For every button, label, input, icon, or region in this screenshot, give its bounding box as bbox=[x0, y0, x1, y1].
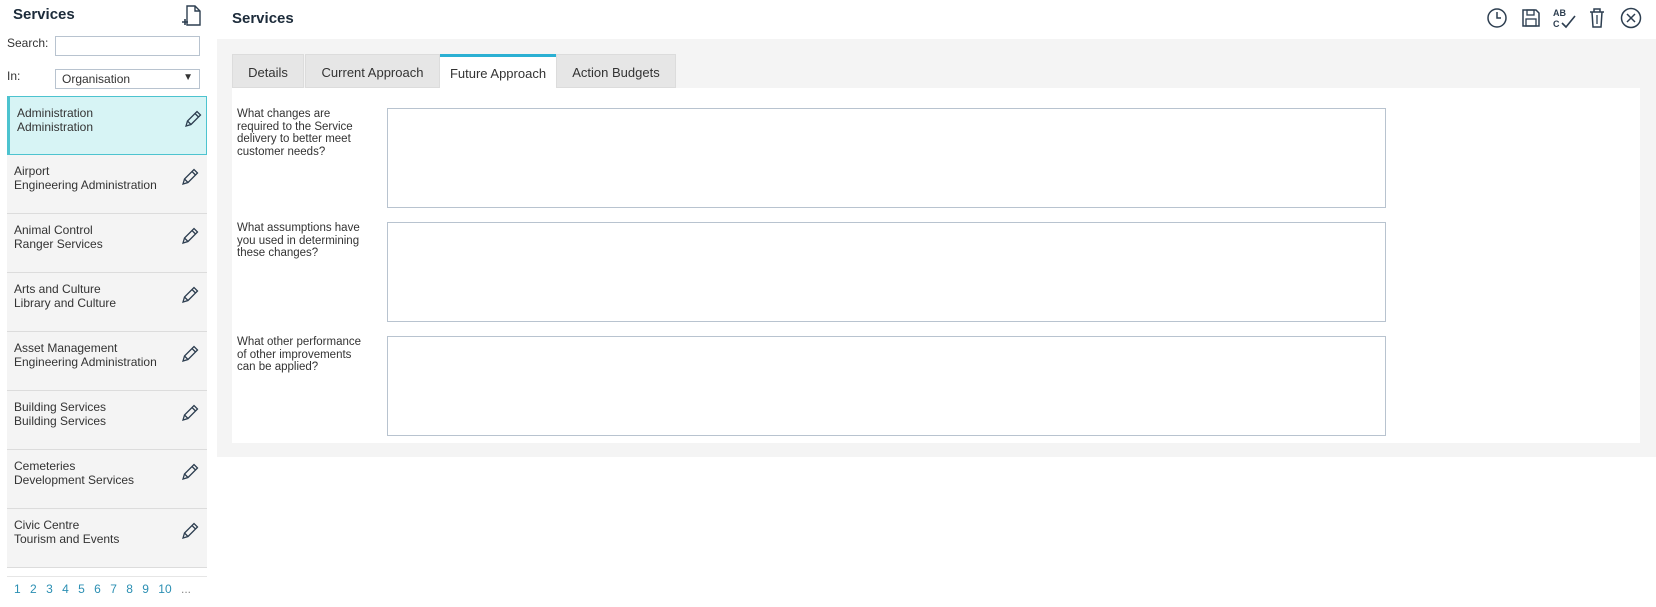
list-item-text: Asset Management Engineering Administrat… bbox=[14, 341, 157, 369]
list-item-name: Building Services bbox=[14, 400, 107, 414]
services-list: Administration Administration Airport En… bbox=[7, 96, 207, 568]
list-item-text: Airport Engineering Administration bbox=[14, 164, 157, 192]
page-link[interactable]: 4 bbox=[62, 582, 69, 596]
question-label: What other performance of other improvem… bbox=[237, 336, 362, 373]
list-item-name: Asset Management bbox=[14, 341, 118, 355]
list-item-department: Engineering Administration bbox=[14, 178, 157, 192]
list-item-department: Library and Culture bbox=[14, 296, 117, 310]
search-label: Search: bbox=[7, 36, 49, 50]
question-label: What changes are required to the Service… bbox=[237, 108, 353, 158]
list-item-text: Administration Administration bbox=[17, 106, 93, 134]
list-item[interactable]: Administration Administration bbox=[7, 96, 207, 155]
list-item-department: Ranger Services bbox=[14, 237, 103, 251]
list-item-text: Building Services Building Services bbox=[14, 400, 106, 428]
pencil-icon[interactable] bbox=[179, 520, 201, 542]
page-link[interactable]: 1 bbox=[14, 582, 21, 596]
list-item-name: Arts and Culture bbox=[14, 282, 101, 296]
pagination: 1 2 3 4 5 6 7 8 9 10 ... bbox=[14, 582, 197, 596]
in-label: In: bbox=[7, 69, 21, 83]
pencil-icon[interactable] bbox=[182, 108, 204, 130]
list-item-name: Administration bbox=[17, 106, 94, 120]
svg-text:C: C bbox=[1553, 19, 1560, 29]
list-item[interactable]: Civic Centre Tourism and Events bbox=[7, 509, 207, 568]
save-icon[interactable] bbox=[1519, 6, 1543, 30]
list-item[interactable]: Cemeteries Development Services bbox=[7, 450, 207, 509]
list-item[interactable]: Asset Management Engineering Administrat… bbox=[7, 332, 207, 391]
sidebar-title: Services bbox=[13, 6, 75, 23]
question-label: What assumptions have you used in determ… bbox=[237, 222, 360, 259]
list-item-name: Airport bbox=[14, 164, 50, 178]
list-item-department: Tourism and Events bbox=[14, 532, 120, 546]
page-link[interactable]: 2 bbox=[30, 582, 37, 596]
page-link[interactable]: 8 bbox=[126, 582, 133, 596]
pencil-icon[interactable] bbox=[179, 284, 201, 306]
tab-details[interactable]: Details bbox=[232, 54, 304, 88]
pencil-icon[interactable] bbox=[179, 166, 201, 188]
required-changes-textarea[interactable] bbox=[387, 108, 1386, 208]
list-item-name: Civic Centre bbox=[14, 518, 80, 532]
tab-action-budgets[interactable]: Action Budgets bbox=[556, 54, 676, 88]
dropdown-arrow-icon: ▼ bbox=[183, 72, 193, 83]
page-link[interactable]: 6 bbox=[94, 582, 101, 596]
spellcheck-icon[interactable]: AB C bbox=[1551, 6, 1576, 30]
tab-current-approach[interactable]: Current Approach bbox=[305, 54, 440, 88]
pencil-icon[interactable] bbox=[179, 461, 201, 483]
page-link[interactable]: 7 bbox=[110, 582, 117, 596]
pager-divider bbox=[7, 576, 207, 577]
list-item-department: Engineering Administration bbox=[14, 355, 157, 369]
new-document-icon[interactable] bbox=[181, 4, 203, 28]
delete-icon[interactable] bbox=[1585, 6, 1609, 30]
history-icon[interactable] bbox=[1485, 6, 1509, 30]
page-link[interactable]: 10 bbox=[158, 582, 171, 596]
list-item-department: Building Services bbox=[14, 414, 107, 428]
list-item-name: Animal Control bbox=[14, 223, 93, 237]
page-link[interactable]: 9 bbox=[142, 582, 149, 596]
page-more[interactable]: ... bbox=[181, 582, 191, 596]
pencil-icon[interactable] bbox=[179, 343, 201, 365]
page-link[interactable]: 5 bbox=[78, 582, 85, 596]
svg-text:AB: AB bbox=[1553, 8, 1566, 18]
organisation-select[interactable]: Organisation ▼ bbox=[55, 69, 200, 89]
close-icon[interactable] bbox=[1619, 6, 1643, 30]
list-item-department: Administration bbox=[17, 120, 94, 134]
pencil-icon[interactable] bbox=[179, 402, 201, 424]
tab-future-approach[interactable]: Future Approach bbox=[440, 54, 556, 89]
list-item-text: Cemeteries Development Services bbox=[14, 459, 134, 487]
list-item[interactable]: Arts and Culture Library and Culture bbox=[7, 273, 207, 332]
search-input[interactable] bbox=[55, 36, 200, 56]
page-title: Services bbox=[232, 10, 294, 27]
list-item-department: Development Services bbox=[14, 473, 135, 487]
assumptions-textarea[interactable] bbox=[387, 222, 1386, 322]
pencil-icon[interactable] bbox=[179, 225, 201, 247]
services-sidebar: Services Search: In: Organisation ▼ Admi… bbox=[0, 0, 207, 607]
list-item-text: Arts and Culture Library and Culture bbox=[14, 282, 116, 310]
other-improvements-textarea[interactable] bbox=[387, 336, 1386, 436]
list-item-text: Civic Centre Tourism and Events bbox=[14, 518, 119, 546]
list-item-text: Animal Control Ranger Services bbox=[14, 223, 103, 251]
organisation-select-value: Organisation bbox=[62, 72, 131, 86]
list-item[interactable]: Animal Control Ranger Services bbox=[7, 214, 207, 273]
list-item-name: Cemeteries bbox=[14, 459, 76, 473]
list-item[interactable]: Building Services Building Services bbox=[7, 391, 207, 450]
list-item[interactable]: Airport Engineering Administration bbox=[7, 155, 207, 214]
page-link[interactable]: 3 bbox=[46, 582, 53, 596]
